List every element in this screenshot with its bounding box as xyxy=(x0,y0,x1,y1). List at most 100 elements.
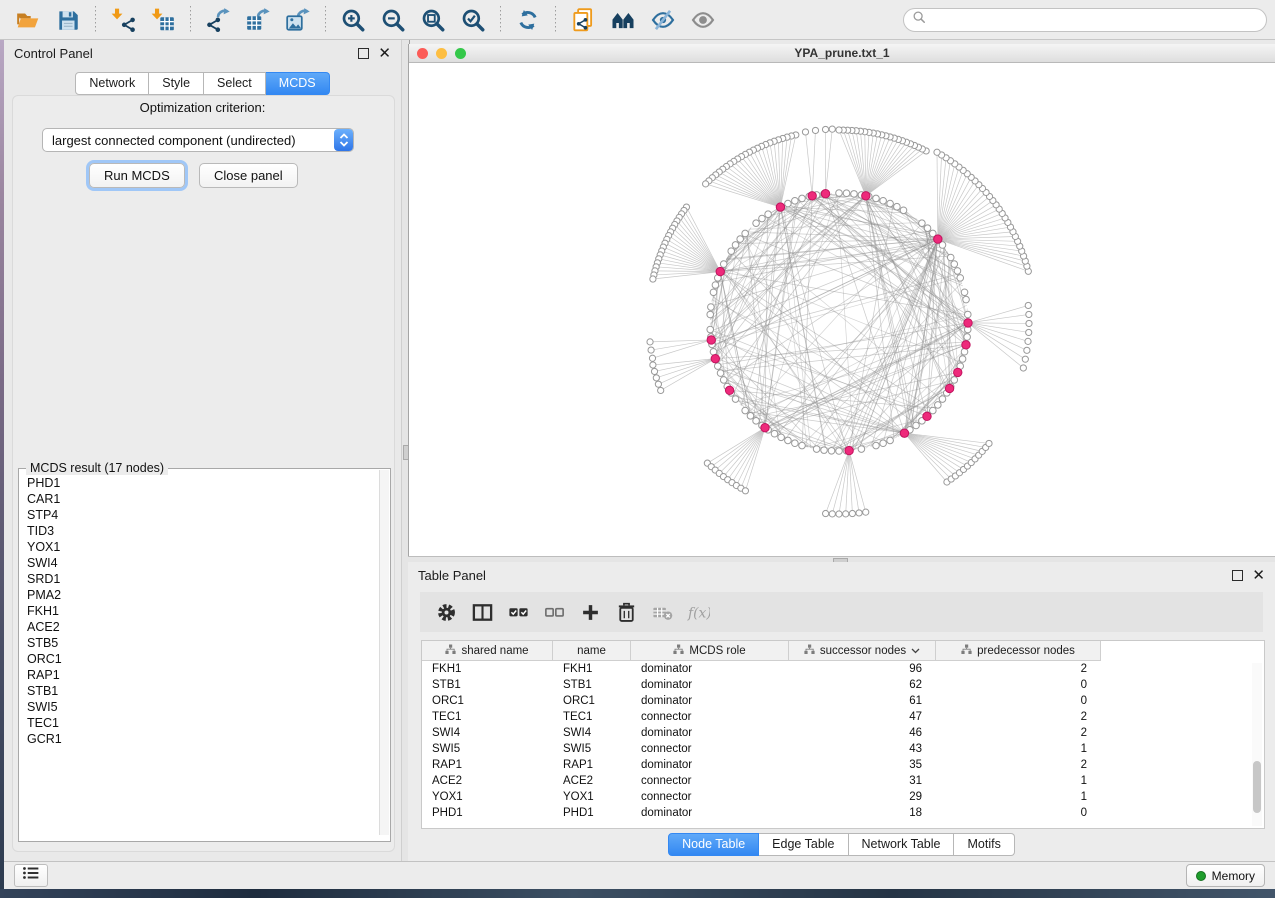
network-node[interactable] xyxy=(707,326,714,333)
tab-node-table[interactable]: Node Table xyxy=(668,833,759,856)
leaf-node[interactable] xyxy=(836,511,842,517)
leaf-node[interactable] xyxy=(703,181,709,187)
table-scrollbar[interactable] xyxy=(1252,663,1262,826)
mcds-result-item[interactable]: ACE2 xyxy=(20,619,380,635)
leaf-node[interactable] xyxy=(849,510,855,516)
float-panel-icon[interactable] xyxy=(1232,570,1243,581)
network-node[interactable] xyxy=(708,304,715,311)
network-node[interactable] xyxy=(900,207,907,214)
column-header-name[interactable]: name xyxy=(553,641,631,661)
column-header-shared-name[interactable]: shared name xyxy=(422,641,553,661)
zoom-in-button[interactable] xyxy=(333,4,373,36)
network-node[interactable] xyxy=(728,248,735,255)
mcds-result-item[interactable]: SWI5 xyxy=(20,699,380,715)
network-node[interactable] xyxy=(710,289,717,296)
network-node[interactable] xyxy=(828,447,835,454)
mcds-node[interactable] xyxy=(900,429,908,437)
delete-column-button[interactable] xyxy=(608,597,644,627)
network-node[interactable] xyxy=(887,437,894,444)
leaf-node[interactable] xyxy=(856,510,862,516)
network-node[interactable] xyxy=(785,200,792,207)
network-node[interactable] xyxy=(732,242,739,249)
mcds-result-item[interactable]: SRD1 xyxy=(20,571,380,587)
network-node[interactable] xyxy=(951,377,958,384)
hide-selected-button[interactable] xyxy=(643,4,683,36)
network-node[interactable] xyxy=(714,363,721,370)
network-node[interactable] xyxy=(963,296,970,303)
network-node[interactable] xyxy=(935,402,942,409)
leaf-node[interactable] xyxy=(1025,302,1031,308)
document-network-button[interactable] xyxy=(563,4,603,36)
network-node[interactable] xyxy=(799,195,806,202)
table-row[interactable]: SWI4SWI4dominator462 xyxy=(422,725,1264,741)
network-window-titlebar[interactable]: YPA_prune.txt_1 xyxy=(409,44,1275,63)
network-node[interactable] xyxy=(957,275,964,282)
mcds-node[interactable] xyxy=(808,192,816,200)
network-node[interactable] xyxy=(836,448,843,455)
table-row[interactable]: FKH1FKH1dominator962 xyxy=(422,661,1264,677)
leaf-node[interactable] xyxy=(836,127,842,133)
panel-list-button[interactable] xyxy=(14,864,48,887)
network-node[interactable] xyxy=(836,190,843,197)
mcds-result-item[interactable]: SWI4 xyxy=(20,555,380,571)
mcds-result-item[interactable]: STB1 xyxy=(20,683,380,699)
mcds-node[interactable] xyxy=(934,235,942,243)
network-node[interactable] xyxy=(873,442,880,449)
table-row[interactable]: STB1STB1dominator620 xyxy=(422,677,1264,693)
leaf-node[interactable] xyxy=(802,129,808,135)
network-node[interactable] xyxy=(737,236,744,243)
network-node[interactable] xyxy=(747,413,754,420)
settings-button[interactable] xyxy=(428,597,464,627)
import-network-button[interactable] xyxy=(103,4,143,36)
tab-motifs[interactable]: Motifs xyxy=(954,833,1014,856)
scrollbar-thumb[interactable] xyxy=(1253,761,1261,813)
network-node[interactable] xyxy=(759,215,766,222)
mcds-result-item[interactable]: YOX1 xyxy=(20,539,380,555)
network-node[interactable] xyxy=(785,437,792,444)
network-node[interactable] xyxy=(947,254,954,261)
import-table-button[interactable] xyxy=(143,4,183,36)
network-node[interactable] xyxy=(753,418,760,425)
network-node[interactable] xyxy=(753,220,760,227)
leaf-node[interactable] xyxy=(1024,347,1030,353)
network-canvas[interactable] xyxy=(409,62,1274,555)
leaf-node[interactable] xyxy=(822,126,828,132)
network-node[interactable] xyxy=(880,440,887,447)
mcds-node[interactable] xyxy=(707,336,715,344)
mcds-node[interactable] xyxy=(776,203,784,211)
mcds-result-item[interactable]: RAP1 xyxy=(20,667,380,683)
network-node[interactable] xyxy=(771,430,778,437)
network-node[interactable] xyxy=(964,311,971,318)
network-node[interactable] xyxy=(858,446,865,453)
search-input[interactable] xyxy=(931,12,1258,28)
zoom-fit-button[interactable] xyxy=(413,4,453,36)
float-panel-icon[interactable] xyxy=(358,48,369,59)
mcds-node[interactable] xyxy=(761,423,769,431)
network-node[interactable] xyxy=(813,446,820,453)
leaf-node[interactable] xyxy=(1026,329,1032,335)
mcds-result-item[interactable]: STP4 xyxy=(20,507,380,523)
select-all-button[interactable] xyxy=(500,597,536,627)
table-row[interactable]: ACE2ACE2connector311 xyxy=(422,773,1264,789)
leaf-node[interactable] xyxy=(648,347,654,353)
leaf-node[interactable] xyxy=(649,355,655,361)
network-node[interactable] xyxy=(954,268,961,275)
mcds-result-item[interactable]: ORC1 xyxy=(20,651,380,667)
mcds-result-item[interactable]: TEC1 xyxy=(20,715,380,731)
tab-select[interactable]: Select xyxy=(204,72,266,95)
network-node[interactable] xyxy=(919,220,926,227)
first-neighbors-button[interactable] xyxy=(603,4,643,36)
criterion-dropdown[interactable]: largest connected component (undirected) xyxy=(42,128,354,152)
mcds-result-item[interactable]: FKH1 xyxy=(20,603,380,619)
mcds-result-item[interactable]: TID3 xyxy=(20,523,380,539)
leaf-node[interactable] xyxy=(1020,365,1026,371)
function-button[interactable]: f(x) xyxy=(680,597,716,627)
export-table-button[interactable] xyxy=(238,4,278,36)
mcds-node[interactable] xyxy=(964,319,972,327)
export-network-button[interactable] xyxy=(198,4,238,36)
network-node[interactable] xyxy=(720,377,727,384)
network-node[interactable] xyxy=(843,190,850,197)
network-node[interactable] xyxy=(717,370,724,377)
network-node[interactable] xyxy=(964,334,971,341)
leaf-node[interactable] xyxy=(829,511,835,517)
